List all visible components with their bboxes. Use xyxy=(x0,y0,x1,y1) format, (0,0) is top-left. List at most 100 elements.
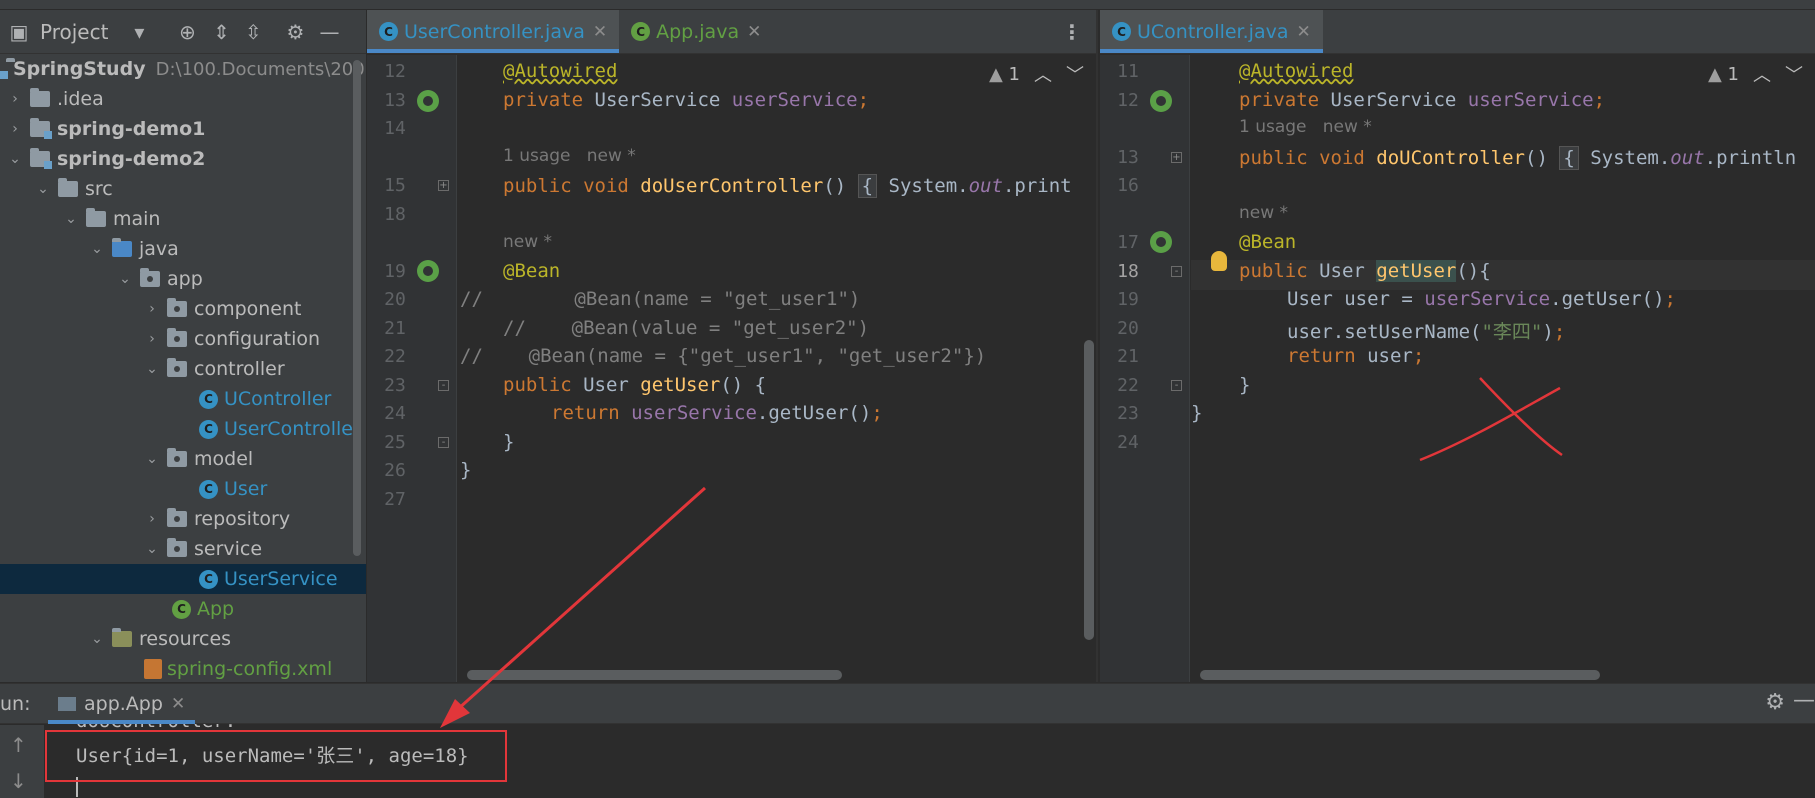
tree-item-java[interactable]: ⌄ java xyxy=(0,234,366,264)
close-icon[interactable]: ✕ xyxy=(593,22,607,42)
tree-item-user[interactable]: C User xyxy=(0,474,366,504)
tree-item-idea[interactable]: › .idea xyxy=(0,84,366,114)
close-icon[interactable]: ✕ xyxy=(171,694,185,714)
spring-bean-icon[interactable] xyxy=(417,90,439,112)
arrow-down-icon[interactable]: ↓ xyxy=(10,769,27,793)
tree-item-ucontroller[interactable]: C UController xyxy=(0,384,366,414)
gear-icon[interactable]: ⚙ xyxy=(282,19,308,45)
spring-bean-icon[interactable] xyxy=(417,260,439,282)
chevron-down-icon[interactable]: ⌄ xyxy=(88,631,106,647)
close-icon[interactable]: ✕ xyxy=(747,22,761,42)
tree-item-app-class[interactable]: C App xyxy=(0,594,366,624)
tab-ucontroller[interactable]: C UController.java ✕ xyxy=(1100,10,1323,53)
usage-hint[interactable]: 1 usage xyxy=(503,146,571,166)
project-title[interactable]: Project xyxy=(40,20,108,44)
code-line: } xyxy=(503,431,515,453)
editor-vertical-scrollbar[interactable] xyxy=(1084,340,1094,640)
fold-icon[interactable]: - xyxy=(438,437,449,448)
line-number: 15 xyxy=(384,175,406,196)
chevron-down-icon[interactable]: ⌄ xyxy=(6,151,24,167)
chevron-down-icon[interactable]: ⌄ xyxy=(88,241,106,257)
minimize-icon[interactable]: — xyxy=(316,19,342,45)
line-number: 12 xyxy=(384,61,406,82)
chevron-right-icon[interactable]: › xyxy=(6,91,24,107)
chevron-down-icon[interactable]: ⌄ xyxy=(116,271,134,287)
annotation: @Autowired xyxy=(503,60,618,82)
fold-icon[interactable]: + xyxy=(1171,152,1182,163)
tree-item-src[interactable]: ⌄ src xyxy=(0,174,366,204)
chevron-down-icon[interactable]: ⌄ xyxy=(143,541,161,557)
tab-app[interactable]: C App.java ✕ xyxy=(619,10,773,53)
arrow-up-icon[interactable]: ↑ xyxy=(10,733,27,757)
chevron-down-icon[interactable]: ⌄ xyxy=(143,361,161,377)
chevron-right-icon[interactable]: › xyxy=(143,301,161,317)
tree-item-resources[interactable]: ⌄ resources xyxy=(0,624,366,654)
inlay-hint[interactable]: 1 usage new * xyxy=(503,146,636,166)
editor-horizontal-scrollbar[interactable] xyxy=(1200,670,1600,680)
folder-icon xyxy=(30,88,50,107)
folder-icon xyxy=(58,178,78,197)
folder-icon xyxy=(86,208,106,227)
chevron-right-icon[interactable]: › xyxy=(143,511,161,527)
inlay-hint[interactable]: 1 usage new * xyxy=(1239,117,1372,137)
tree-item-label: UserController xyxy=(224,418,361,440)
line-number: 13 xyxy=(384,90,406,111)
tree-item-repository[interactable]: › repository xyxy=(0,504,366,534)
project-scrollbar[interactable] xyxy=(353,60,361,556)
tree-item-label: component xyxy=(194,298,302,320)
tree-item-component[interactable]: › component xyxy=(0,294,366,324)
minimize-icon[interactable]: — xyxy=(1793,688,1815,713)
author-hint[interactable]: new * xyxy=(587,146,636,166)
tab-run-app[interactable]: app.App ✕ xyxy=(48,684,196,724)
gear-icon[interactable]: ⚙ xyxy=(1765,690,1785,715)
author-hint[interactable]: new * xyxy=(1239,203,1288,223)
fold-icon[interactable]: + xyxy=(438,180,449,191)
spring-bean-icon[interactable] xyxy=(1150,90,1172,112)
fold-icon[interactable]: - xyxy=(438,380,449,391)
editor-tab-bar: C UController.java ✕ xyxy=(1100,10,1815,54)
chevron-down-icon[interactable]: ⌄ xyxy=(62,211,80,227)
author-hint[interactable]: new * xyxy=(1323,117,1372,137)
fold-icon[interactable]: - xyxy=(1171,380,1182,391)
parens: () xyxy=(1525,147,1560,169)
tree-item-spring-config[interactable]: spring-config.xml xyxy=(0,654,366,682)
line-number: 18 xyxy=(384,204,406,225)
line-gutter: 11 12 13 + 16 17 18 - 19 20 21 22 - 23 2… xyxy=(1100,55,1190,682)
code-area[interactable]: @Autowired private UserService userServi… xyxy=(458,55,1096,682)
folded-region[interactable]: { xyxy=(857,174,878,198)
chevron-right-icon[interactable]: › xyxy=(6,121,24,137)
tree-item-usercontroller[interactable]: C UserController xyxy=(0,414,366,444)
tree-item-model[interactable]: ⌄ model xyxy=(0,444,366,474)
more-vertical-icon[interactable]: ⋮ xyxy=(1062,20,1082,44)
usage-hint[interactable]: 1 usage xyxy=(1239,117,1307,137)
code-text: .getUser() xyxy=(756,402,872,424)
code-text: user xyxy=(1367,345,1413,367)
chevron-down-icon[interactable]: ⌄ xyxy=(143,451,161,467)
author-hint[interactable]: new * xyxy=(503,232,552,252)
tree-item-controller[interactable]: ⌄ controller xyxy=(0,354,366,384)
tree-item-configuration[interactable]: › configuration xyxy=(0,324,366,354)
chevron-down-icon[interactable]: ⌄ xyxy=(34,181,52,197)
folded-region[interactable]: { xyxy=(1559,146,1579,170)
tree-item-spring-demo2[interactable]: ⌄ spring-demo2 xyxy=(0,144,366,174)
tree-item-main[interactable]: ⌄ main xyxy=(0,204,366,234)
editor-horizontal-scrollbar[interactable] xyxy=(467,670,842,680)
tree-item-service[interactable]: ⌄ service xyxy=(0,534,366,564)
tree-item-label: src xyxy=(85,178,113,200)
spring-bean-icon[interactable] xyxy=(1150,231,1172,253)
fold-icon[interactable]: - xyxy=(1171,266,1182,277)
run-tab-label: app.App xyxy=(84,692,163,715)
tree-item-app-package[interactable]: ⌄ app xyxy=(0,264,366,294)
tree-item-userservice[interactable]: C UserService xyxy=(0,564,366,594)
locate-icon[interactable]: ⊕ xyxy=(174,19,200,45)
lightbulb-icon[interactable] xyxy=(1211,251,1227,271)
chevron-right-icon[interactable]: › xyxy=(143,331,161,347)
chevron-down-icon[interactable]: ▾ xyxy=(126,19,152,45)
tree-item-springstudy[interactable]: SpringStudy D:\100.Documents\200. xyxy=(0,54,366,84)
tab-usercontroller[interactable]: C UserController.java ✕ xyxy=(367,10,620,53)
code-area[interactable]: @Autowired private UserService userServi… xyxy=(1191,55,1815,682)
collapse-all-icon[interactable]: ⇳ xyxy=(240,19,266,45)
tree-item-spring-demo1[interactable]: › spring-demo1 xyxy=(0,114,366,144)
close-icon[interactable]: ✕ xyxy=(1296,22,1310,42)
expand-all-icon[interactable]: ⇕ xyxy=(208,19,234,45)
